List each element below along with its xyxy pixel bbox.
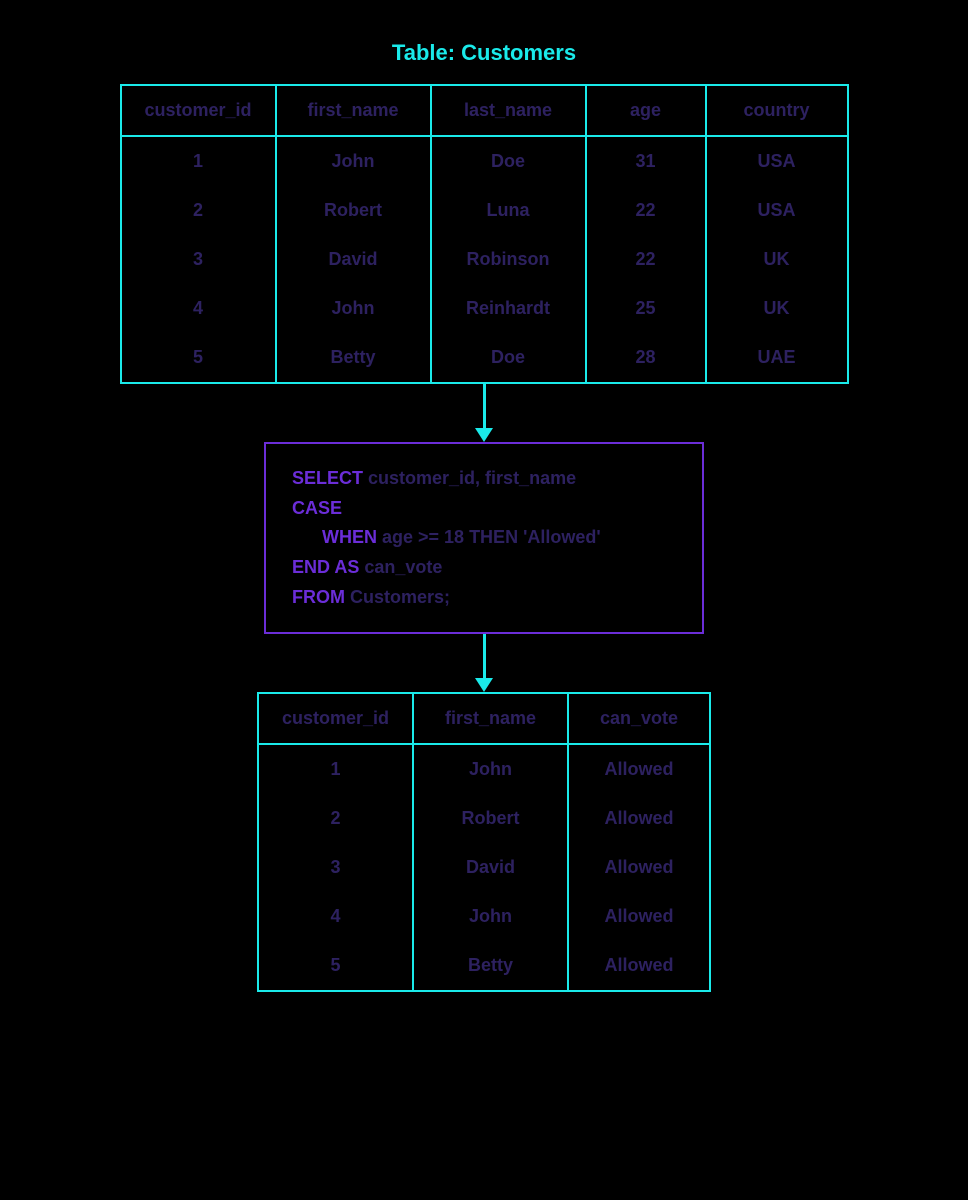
cell: 2 <box>259 794 414 843</box>
result-table: customer_id first_name can_vote 1 John A… <box>257 692 711 992</box>
cell: David <box>277 235 432 284</box>
header-can-vote: can_vote <box>569 694 709 745</box>
cell: Doe <box>432 137 587 186</box>
table-header-row: customer_id first_name can_vote <box>259 694 709 745</box>
sql-query-box: SELECT customer_id, first_name CASE WHEN… <box>264 442 704 634</box>
header-customer-id: customer_id <box>259 694 414 745</box>
cell: USA <box>707 137 847 186</box>
cell: 22 <box>587 235 707 284</box>
cell: 3 <box>259 843 414 892</box>
table-row: 2 Robert Luna 22 USA <box>122 186 847 235</box>
sql-keyword-select: SELECT <box>292 468 363 488</box>
table-row: 4 John Allowed <box>259 892 709 941</box>
cell: 25 <box>587 284 707 333</box>
cell: John <box>277 284 432 333</box>
cell: 3 <box>122 235 277 284</box>
sql-keyword-from: FROM <box>292 587 345 607</box>
cell: UK <box>707 284 847 333</box>
sql-line: END AS can_vote <box>292 553 676 583</box>
table-row: 3 David Robinson 22 UK <box>122 235 847 284</box>
cell: Robert <box>414 794 569 843</box>
sql-line: CASE <box>292 494 676 524</box>
cell: Robinson <box>432 235 587 284</box>
table-row: 1 John Doe 31 USA <box>122 137 847 186</box>
table-row: 3 David Allowed <box>259 843 709 892</box>
cell: Betty <box>277 333 432 382</box>
cell: 4 <box>122 284 277 333</box>
cell: 31 <box>587 137 707 186</box>
table-row: 5 Betty Doe 28 UAE <box>122 333 847 382</box>
cell: Luna <box>432 186 587 235</box>
cell: UAE <box>707 333 847 382</box>
cell: John <box>277 137 432 186</box>
cell: Allowed <box>569 941 709 990</box>
cell: Doe <box>432 333 587 382</box>
cell: 1 <box>259 745 414 794</box>
cell: Allowed <box>569 892 709 941</box>
sql-select-columns: customer_id, first_name <box>363 468 576 488</box>
table-row: 4 John Reinhardt 25 UK <box>122 284 847 333</box>
cell: Allowed <box>569 843 709 892</box>
cell: 28 <box>587 333 707 382</box>
arrow-down-icon <box>475 384 493 442</box>
table-title: Table: Customers <box>392 40 576 66</box>
sql-keyword-end-as: END AS <box>292 557 359 577</box>
header-country: country <box>707 86 847 137</box>
sql-line: SELECT customer_id, first_name <box>292 464 676 494</box>
cell: David <box>414 843 569 892</box>
table-header-row: customer_id first_name last_name age cou… <box>122 86 847 137</box>
cell: Reinhardt <box>432 284 587 333</box>
cell: Allowed <box>569 794 709 843</box>
cell: Robert <box>277 186 432 235</box>
sql-line: FROM Customers; <box>292 583 676 613</box>
sql-from-table: Customers; <box>345 587 450 607</box>
cell: Allowed <box>569 745 709 794</box>
cell: 22 <box>587 186 707 235</box>
cell: 1 <box>122 137 277 186</box>
header-age: age <box>587 86 707 137</box>
sql-when-condition: age >= 18 THEN 'Allowed' <box>377 527 601 547</box>
cell: John <box>414 892 569 941</box>
sql-keyword-when: WHEN <box>322 527 377 547</box>
header-first-name: first_name <box>277 86 432 137</box>
cell: USA <box>707 186 847 235</box>
table-row: 5 Betty Allowed <box>259 941 709 990</box>
cell: UK <box>707 235 847 284</box>
table-row: 2 Robert Allowed <box>259 794 709 843</box>
header-customer-id: customer_id <box>122 86 277 137</box>
cell: 2 <box>122 186 277 235</box>
cell: Betty <box>414 941 569 990</box>
arrow-down-icon <box>475 634 493 692</box>
cell: 5 <box>122 333 277 382</box>
header-first-name: first_name <box>414 694 569 745</box>
cell: 4 <box>259 892 414 941</box>
sql-alias: can_vote <box>359 557 442 577</box>
source-table: customer_id first_name last_name age cou… <box>120 84 849 384</box>
header-last-name: last_name <box>432 86 587 137</box>
sql-line: WHEN age >= 18 THEN 'Allowed' <box>292 523 676 553</box>
table-row: 1 John Allowed <box>259 745 709 794</box>
sql-keyword-case: CASE <box>292 498 342 518</box>
cell: John <box>414 745 569 794</box>
cell: 5 <box>259 941 414 990</box>
